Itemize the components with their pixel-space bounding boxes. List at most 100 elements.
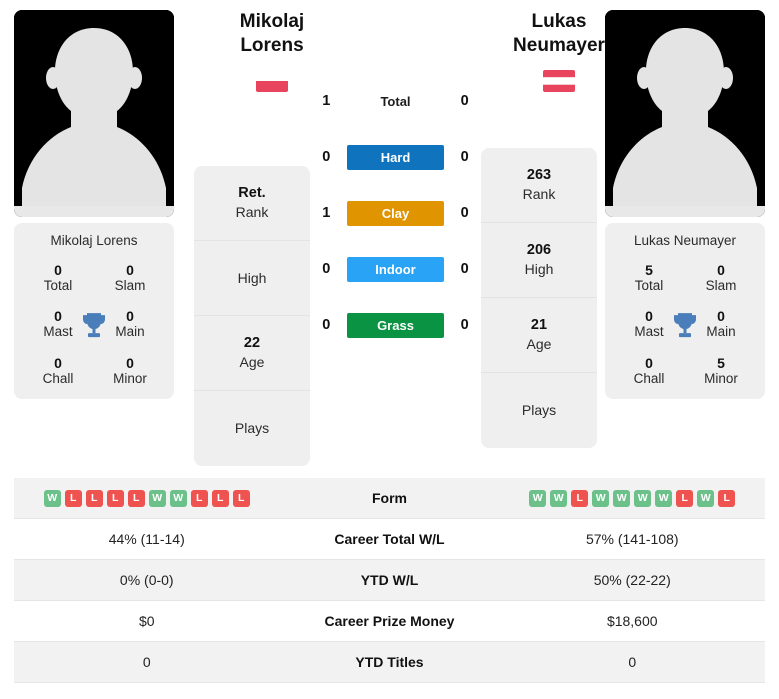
left-player-photo[interactable] xyxy=(14,10,174,217)
player-avatar-silhouette xyxy=(14,10,174,217)
right-player-card-name: Lukas Neumayer xyxy=(633,233,737,248)
right-ytd_wl-value: 50% (22-22) xyxy=(593,572,671,588)
surface-label-grass[interactable]: Grass xyxy=(347,312,444,338)
left-career_total_wl-value: 44% (11-14) xyxy=(108,531,185,547)
right-titles-chall: 0 Chall xyxy=(613,355,685,387)
form-badge-loss[interactable]: L xyxy=(571,489,589,507)
left-ytd_wl-value: 0% (0-0) xyxy=(119,572,174,588)
right-form-value: WWLWWWWLWL xyxy=(500,489,766,507)
value: 0 xyxy=(717,262,725,278)
label: Minor xyxy=(704,370,738,386)
table-row: W L L L L W W L L L Form W W L W W W W L W L xyxy=(14,478,765,519)
form-badge-loss[interactable]: L xyxy=(190,489,208,507)
table-row: 0% (0-0) YTD W/L 50% (22-22) xyxy=(14,560,765,601)
value: 0 xyxy=(126,262,134,278)
form-badge-win[interactable]: W xyxy=(148,489,166,507)
left-career_prize_money-value: $0 xyxy=(138,613,155,629)
comparison-header: Mikolaj Lorens 0 Total 0 Slam 0 Mast 0 M… xyxy=(0,0,779,478)
h2h-row-total: 1 Total 0 xyxy=(312,73,480,129)
form-badge-loss[interactable]: L xyxy=(676,489,694,507)
right-titles-minor: 5 Minor xyxy=(685,355,757,387)
poland-flag-icon xyxy=(256,70,288,93)
surface-label-hard[interactable]: Hard xyxy=(347,144,444,170)
left-age-cell: 22 Age xyxy=(194,316,310,391)
left-titles-minor: 0 Minor xyxy=(94,355,166,387)
h2h-right-score-total: 0 xyxy=(460,93,469,109)
left-player-name-header: Mikolaj Lorens xyxy=(214,10,330,93)
label: Slam xyxy=(705,278,737,294)
value: 0 xyxy=(54,262,62,278)
table-row-label: YTD W/L xyxy=(360,572,419,588)
h2h-left-score-total: 1 xyxy=(322,93,331,109)
label: Rank xyxy=(522,185,556,202)
form-badge-win[interactable]: W xyxy=(697,489,715,507)
value: 263 xyxy=(526,167,552,184)
right-career_prize_money-value: $18,600 xyxy=(606,613,658,629)
right-rank-card: 263 Rank 206 High 21 Age Plays xyxy=(481,148,597,448)
h2h-left-score-grass: 0 xyxy=(322,317,331,333)
left-form-badges: WLLLLWWLLL xyxy=(14,489,280,507)
head-to-head-surfaces: 1 Total 0 0 Hard 0 1 Clay 0 0 Indoor 0 0 Grass 0 xyxy=(310,10,481,353)
right-plays-cell: Plays xyxy=(481,373,597,448)
h2h-right-score-hard: 0 xyxy=(460,149,469,165)
left-form-value: WLLLLWWLLL xyxy=(14,489,280,507)
form-badge-win[interactable]: W xyxy=(550,489,568,507)
form-badge-win[interactable]: W xyxy=(655,489,673,507)
right-player-column: Lukas Neumayer 5 Total 0 Slam 0 Mast 0 M… xyxy=(605,10,765,399)
left-rank-cell: Ret. Rank xyxy=(194,166,310,241)
value: 22 xyxy=(243,335,261,352)
left-titles-total: 0 Total xyxy=(22,262,94,294)
label: High xyxy=(237,269,267,286)
surface-label-clay[interactable]: Clay xyxy=(347,200,444,226)
label: Age xyxy=(526,335,552,352)
right-player-photo[interactable] xyxy=(605,10,765,217)
h2h-right-score-grass: 0 xyxy=(460,317,469,333)
form-badge-loss[interactable]: L xyxy=(718,489,736,507)
form-badge-loss[interactable]: L xyxy=(64,489,82,507)
value: Ret. xyxy=(238,185,266,202)
h2h-left-score-hard: 0 xyxy=(322,149,331,165)
right-age-cell: 21 Age xyxy=(481,298,597,373)
form-badge-win[interactable]: W xyxy=(529,489,547,507)
form-badge-loss[interactable]: L xyxy=(211,489,229,507)
trophy-icon xyxy=(83,313,105,338)
h2h-right-score-indoor: 0 xyxy=(460,261,469,277)
form-badge-win[interactable]: W xyxy=(169,489,187,507)
right-first-name: Lukas xyxy=(531,11,587,32)
form-badge-win[interactable]: W xyxy=(592,489,610,507)
form-badge-win[interactable]: W xyxy=(634,489,652,507)
left-first-name: Mikolaj xyxy=(239,11,305,32)
right-rank-column: Lukas Neumayer 263 Rank 206 High 21 Age … xyxy=(481,10,605,448)
table-row-label: Career Total W/L xyxy=(334,531,445,547)
label: Slam xyxy=(114,278,146,294)
left-high-cell: High xyxy=(194,241,310,316)
right-titles-slam: 0 Slam xyxy=(685,262,757,294)
right-rank-cell: 263 Rank xyxy=(481,148,597,223)
player-avatar-silhouette xyxy=(605,10,765,217)
left-rank-card: Ret. Rank High 22 Age Plays xyxy=(194,166,310,466)
label: Age xyxy=(239,353,265,370)
left-ytd_titles-value: 0 xyxy=(142,654,151,670)
form-badge-loss[interactable]: L xyxy=(85,489,103,507)
surface-label-indoor[interactable]: Indoor xyxy=(347,256,444,282)
value: 0 xyxy=(645,354,653,371)
right-high-cell: 206 High xyxy=(481,223,597,298)
h2h-row-indoor: 0 Indoor 0 xyxy=(312,241,480,297)
table-row: $0 Career Prize Money $18,600 xyxy=(14,601,765,642)
table-row-label: YTD Titles xyxy=(355,654,424,670)
form-badge-loss[interactable]: L xyxy=(106,489,124,507)
h2h-left-score-indoor: 0 xyxy=(322,261,331,277)
right-last-name: Neumayer xyxy=(513,35,605,57)
austria-flag-icon xyxy=(543,70,575,93)
form-badge-loss[interactable]: L xyxy=(232,489,250,507)
form-badge-win[interactable]: W xyxy=(43,489,61,507)
left-player-card-name: Mikolaj Lorens xyxy=(50,233,138,248)
label: High xyxy=(524,260,554,277)
surface-label-total[interactable]: Total xyxy=(347,89,444,114)
value: 21 xyxy=(530,317,548,334)
form-badge-win[interactable]: W xyxy=(613,489,631,507)
right-ytd_titles-value: 0 xyxy=(628,654,637,670)
left-player-column: Mikolaj Lorens 0 Total 0 Slam 0 Mast 0 M… xyxy=(14,10,174,399)
form-badge-loss[interactable]: L xyxy=(127,489,145,507)
label: Minor xyxy=(113,370,147,386)
